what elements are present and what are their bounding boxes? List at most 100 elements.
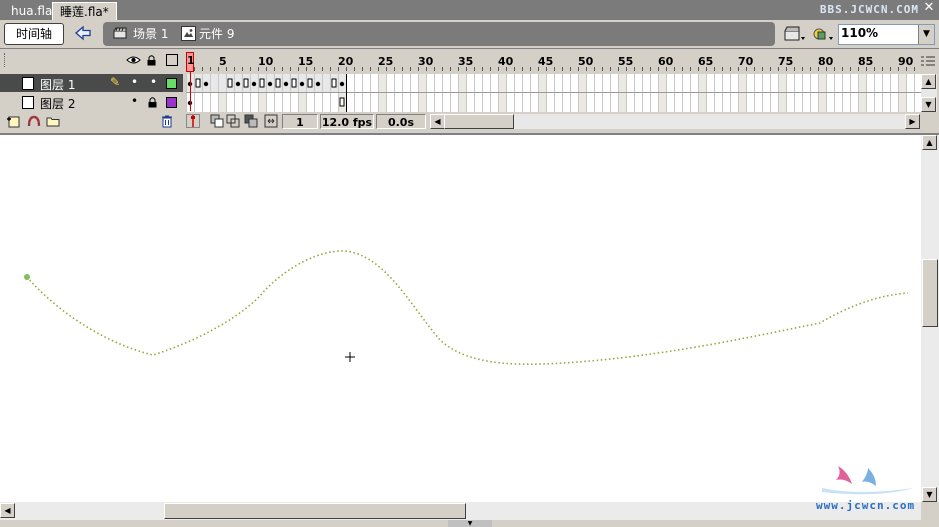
frame-ruler[interactable]: 5 10 15 20 25 30 35 40 45 50 55 60 65 70… [183,53,919,71]
scroll-thumb[interactable] [444,114,514,129]
ruler-tick [434,67,435,71]
scroll-thumb[interactable] [164,503,466,519]
frame-end-marker [275,78,281,88]
onion-skin-outlines-icon[interactable] [226,114,240,128]
ruler-tick [338,67,339,71]
lock-dot[interactable]: • [150,75,157,89]
ruler-tick [346,67,347,71]
center-frame-icon[interactable] [186,114,200,128]
doc-tab-shuilian[interactable]: 睡莲.fla* [52,2,117,21]
ruler-tick [850,67,851,71]
ruler-tick [378,67,379,71]
breadcrumb-scene[interactable]: 场景 1 [133,26,168,42]
ruler-tick [802,67,803,71]
ruler-tick [866,67,867,71]
ruler-tick [266,67,267,71]
outline-toggle-icon[interactable] [166,54,178,66]
pencil-icon: ✎ [110,75,121,89]
breadcrumb-symbol[interactable]: 元件 9 [199,26,234,42]
close-document-icon[interactable]: ✕ [921,0,937,18]
scroll-left-icon[interactable]: ◀ [0,503,15,518]
scene-icon [113,27,127,39]
frame-grid[interactable] [186,74,921,112]
ruler-tick [714,67,715,71]
outline-color-swatch[interactable] [166,97,177,108]
back-arrow-icon[interactable] [72,23,94,43]
add-layer-icon[interactable] [6,114,22,128]
keyframe [299,81,305,87]
ruler-tick [370,67,371,71]
scroll-right-icon[interactable]: ▶ [905,114,920,129]
onion-skin-icon[interactable] [210,114,224,128]
edit-symbol-icon[interactable] [811,24,835,44]
scroll-thumb[interactable] [922,259,938,327]
lock-icon[interactable] [148,96,157,108]
ruler-tick [394,67,395,71]
ruler-tick [466,67,467,71]
timeline-horizontal-scrollbar[interactable]: ◀ ▶ [430,114,920,129]
scrollbar-corner [921,502,939,520]
watermark-bottom: www.jcwcn.com [816,499,916,512]
stage-horizontal-scrollbar[interactable]: ◀ [0,502,921,520]
outline-color-swatch[interactable] [166,78,177,89]
edit-scene-icon[interactable] [783,24,807,44]
ruler-tick [754,67,755,71]
visibility-dot[interactable]: • [131,75,138,89]
path-start-point[interactable] [24,274,30,280]
scroll-down-icon[interactable]: ▼ [921,97,936,112]
ruler-tick [626,67,627,71]
panel-collapse-icon[interactable]: ▼ [448,520,492,527]
timeline-vertical-scrollbar[interactable]: ▲ ▼ [921,74,937,112]
current-frame-field[interactable]: 1 [282,114,318,129]
ruler-tick [330,67,331,71]
frame-end-marker [331,78,337,88]
onion-markers-icon[interactable] [264,114,278,128]
stage-canvas[interactable] [0,135,921,502]
frame-grid-canvas[interactable] [186,74,921,112]
layer-row-1[interactable]: 图层 1 ✎ • • [0,74,183,92]
ruler-tick [778,67,779,71]
ruler-tick [650,67,651,71]
layer-row-2[interactable]: 图层 2 • [0,93,183,111]
ruler-tick [538,67,539,71]
scroll-down-icon[interactable]: ▼ [922,487,937,502]
timeline-toggle-button[interactable]: 时间轴 [4,23,64,45]
ruler-tick [690,67,691,71]
add-folder-icon[interactable] [46,114,60,128]
ruler-tick [514,67,515,71]
ruler-tick [410,67,411,71]
timeline-panel: 5 10 15 20 25 30 35 40 45 50 55 60 65 70… [0,49,939,135]
frame-end-marker [243,78,249,88]
scroll-up-icon[interactable]: ▲ [921,74,936,89]
keyframe [267,81,273,87]
stage-vertical-scrollbar[interactable]: ▲ ▼ [921,135,939,502]
ruler-tick [666,67,667,71]
motion-guide-path[interactable] [26,250,909,366]
trash-icon[interactable] [160,114,174,128]
ruler-tick [914,67,915,71]
zoom-select[interactable]: 110% ▼ [838,24,935,45]
doc-tab-hua[interactable]: hua.fla [4,2,59,20]
visibility-dot[interactable]: • [131,94,138,108]
ruler-tick [594,67,595,71]
layer-name[interactable]: 图层 2 [40,95,75,112]
stage-drawing[interactable] [0,135,921,502]
ruler-tick [546,67,547,71]
scroll-up-icon[interactable]: ▲ [922,135,937,150]
layer-name[interactable]: 图层 1 [40,76,75,93]
playhead[interactable]: 1 [186,52,195,72]
eye-icon[interactable] [126,55,141,65]
breadcrumb: 场景 1 元件 9 [103,22,775,46]
ruler-tick [250,67,251,71]
ruler-tick [858,67,859,71]
frame-rate-field[interactable]: 12.0 fps [320,114,374,129]
ruler-tick [458,67,459,71]
scroll-left-icon[interactable]: ◀ [430,114,445,129]
lock-icon[interactable] [147,54,156,66]
panel-grip-icon[interactable] [4,53,9,67]
add-motion-guide-icon[interactable] [26,114,42,128]
timeline-menu-icon[interactable] [921,55,935,67]
ruler-tick [402,67,403,71]
edit-multiple-frames-icon[interactable] [244,114,258,128]
chevron-down-icon[interactable]: ▼ [918,25,934,44]
